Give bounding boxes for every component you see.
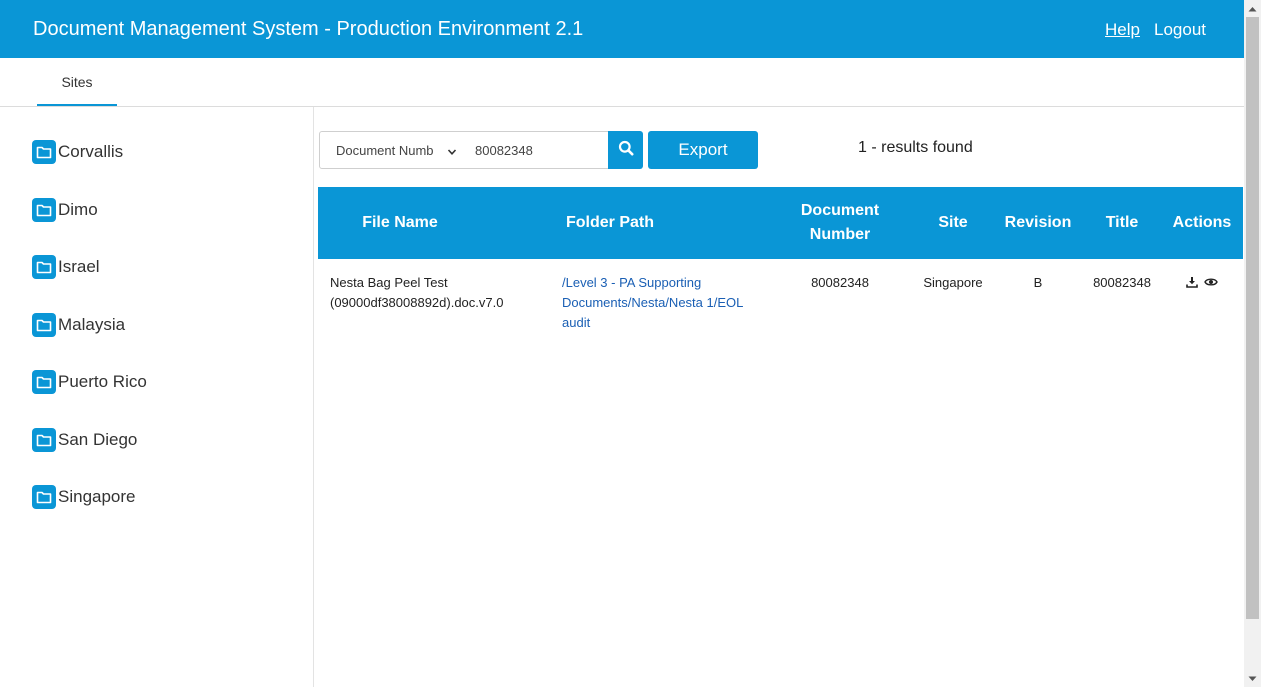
folder-icon bbox=[32, 370, 56, 394]
download-icon[interactable] bbox=[1186, 276, 1198, 288]
sidebar-item-label: Malaysia bbox=[58, 315, 126, 334]
search-icon bbox=[618, 140, 634, 161]
search-button[interactable] bbox=[608, 131, 643, 169]
sidebar-item-puerto-rico[interactable]: Puerto Rico bbox=[32, 369, 147, 395]
results-table-header: File Name Folder Path Document Number Si… bbox=[318, 187, 1243, 259]
folder-icon bbox=[32, 255, 56, 279]
results-count: 1 - results found bbox=[858, 139, 973, 156]
column-header-title[interactable]: Title bbox=[1092, 187, 1152, 259]
folder-path-link[interactable]: /Level 3 - PA Supporting Documents/Nesta… bbox=[562, 273, 762, 333]
cell-title: 80082348 bbox=[1093, 275, 1151, 290]
vertical-scrollbar[interactable] bbox=[1244, 0, 1261, 687]
folder-icon bbox=[32, 485, 56, 509]
row-actions bbox=[1186, 276, 1218, 288]
cell-site: Singapore bbox=[923, 275, 983, 290]
sidebar-item-label: Corvallis bbox=[58, 142, 124, 161]
sidebar-item-label: Israel bbox=[58, 257, 100, 276]
sidebar-item-san-diego[interactable]: San Diego bbox=[32, 427, 137, 453]
app: Document Management System - Production … bbox=[0, 0, 1261, 687]
column-header-actions: Actions bbox=[1172, 214, 1232, 231]
sidebar-item-label: San Diego bbox=[58, 430, 138, 449]
search-input[interactable] bbox=[463, 131, 609, 169]
column-header-revision[interactable]: Revision bbox=[998, 187, 1078, 259]
table-row: Nesta Bag Peel Test (09000df38008892d).d… bbox=[318, 259, 1243, 339]
scroll-down-arrow-icon[interactable] bbox=[1244, 670, 1261, 687]
sidebar-item-singapore[interactable]: Singapore bbox=[32, 484, 136, 510]
sidebar-item-label: Dimo bbox=[58, 200, 98, 219]
scrollbar-thumb[interactable] bbox=[1246, 17, 1259, 619]
scroll-up-arrow-icon[interactable] bbox=[1244, 0, 1261, 17]
folder-icon bbox=[32, 198, 56, 222]
sidebar-item-label: Singapore bbox=[58, 487, 136, 506]
sidebar-item-dimo[interactable]: Dimo bbox=[32, 197, 98, 223]
folder-icon bbox=[32, 428, 56, 452]
help-link[interactable]: Help bbox=[1105, 20, 1140, 40]
sidebar-item-israel[interactable]: Israel bbox=[32, 254, 100, 280]
cell-document-number: 80082348 bbox=[811, 275, 869, 290]
column-header-site[interactable]: Site bbox=[918, 187, 988, 259]
chevron-down-icon bbox=[447, 145, 457, 160]
sidebar-item-label: Puerto Rico bbox=[58, 372, 147, 391]
tab-bar: Sites bbox=[0, 58, 1244, 107]
logout-link[interactable]: Logout bbox=[1154, 20, 1206, 40]
folder-icon bbox=[32, 140, 56, 164]
tab-sites[interactable]: Sites bbox=[37, 58, 117, 106]
search-field-select[interactable]: Document Numb bbox=[319, 131, 464, 169]
search-field-selected-value: Document Numb bbox=[336, 142, 434, 158]
folder-icon bbox=[32, 313, 56, 337]
export-button[interactable]: Export bbox=[648, 131, 758, 169]
app-header: Document Management System - Production … bbox=[0, 0, 1244, 58]
column-header-file-name[interactable]: File Name bbox=[340, 187, 460, 259]
eye-icon[interactable] bbox=[1204, 276, 1218, 288]
sidebar-item-malaysia[interactable]: Malaysia bbox=[32, 312, 125, 338]
cell-revision: B bbox=[1033, 275, 1043, 290]
sidebar-item-corvallis[interactable]: Corvallis bbox=[32, 139, 123, 165]
app-title: Document Management System - Production … bbox=[33, 18, 584, 40]
cell-file-name: Nesta Bag Peel Test (09000df38008892d).d… bbox=[330, 275, 504, 310]
column-header-document-number[interactable]: Document Number bbox=[790, 187, 890, 259]
sites-sidebar: Corvallis Dimo Israel Malaysia Puerto Ri… bbox=[0, 107, 314, 687]
column-header-folder-path[interactable]: Folder Path bbox=[550, 187, 670, 259]
